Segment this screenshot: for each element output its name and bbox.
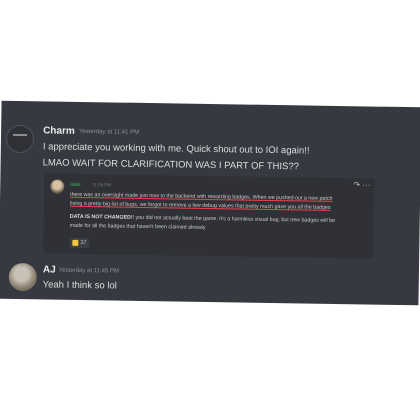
message-aj: AJ Yesterday at 11:45 PM Yeah I think so… [0,101,420,306]
username[interactable]: AJ [43,264,56,275]
timestamp: Yesterday at 11:45 PM [58,267,120,275]
chat-panel: Charm Yesterday at 11:41 PM I appreciate… [0,100,420,306]
message-text: Yeah I think so lol [42,279,117,292]
avatar[interactable] [8,262,38,292]
